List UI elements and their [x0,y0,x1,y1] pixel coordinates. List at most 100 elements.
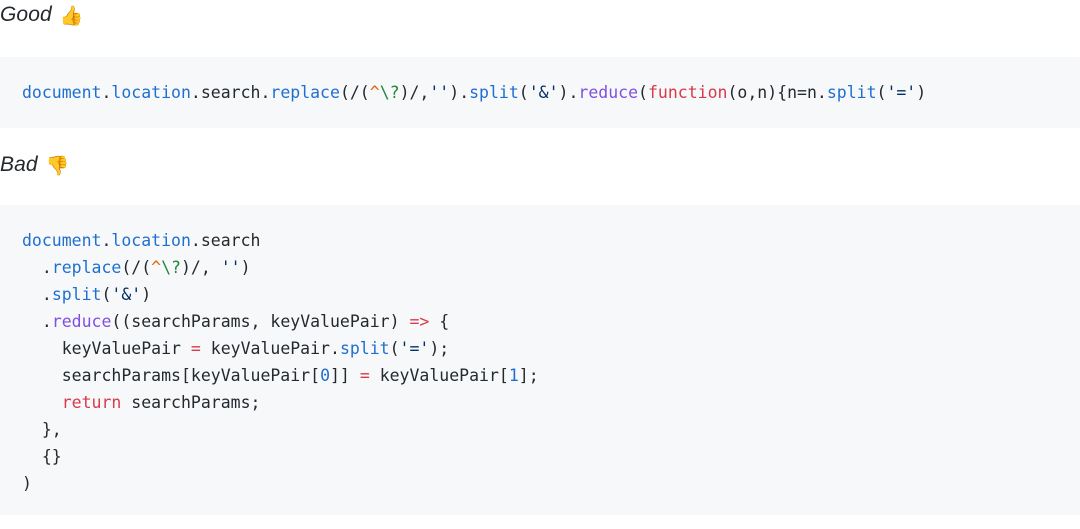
token-bracket-open: [ [180,366,191,385]
token-dot: . [41,258,52,277]
code-line: keyValuePair = keyValuePair.split('='); [22,335,1080,362]
token-regex-open: (/( [121,258,152,277]
token-assign: = [190,339,201,358]
code-line: .split('&') [22,281,1080,308]
token-reduce: reduce [51,312,112,331]
token-document: document [22,231,102,250]
token-split: split [339,339,390,358]
token-n: n [806,83,817,102]
token-params: ( [727,83,738,102]
token-search: search [200,231,261,250]
code-line: .reduce((searchParams, keyValuePair) => … [22,308,1080,335]
token-regex-close: )/, [180,258,221,277]
token-bracket-open: [ [310,366,321,385]
token-dot: . [816,83,827,102]
token-return-keyword: return [61,393,122,412]
token-assign: = [359,366,370,385]
token-paren-close: ) [449,83,460,102]
token-empty-object: {} [41,447,62,466]
token-comma: , [747,83,758,102]
token-regex-open: (/( [339,83,370,102]
token-bracket-close: ]] [330,366,360,385]
token-bracket-close: ]; [518,366,539,385]
token-searchparams: searchParams [131,393,251,412]
token-searchparams: searchParams [61,366,181,385]
code-line: {} [22,443,1080,470]
code-block-bad[interactable]: document.location.search .replace(/(^\?)… [0,205,1080,515]
token-regex-escape: \? [379,83,400,102]
token-eq-string: '=' [399,339,430,358]
token-dot: . [41,312,52,331]
token-regex-escape: \? [161,258,181,277]
token-dot: . [41,285,52,304]
token-comma: , [250,312,271,331]
token-paren-close: ) [141,285,152,304]
token-semicolon: ; [250,393,261,412]
token-split: split [826,83,877,102]
token-keyvaluepair: keyValuePair [190,366,311,385]
token-search: search [200,83,261,102]
code-line: ) [22,470,1080,497]
code-line: return searchParams; [22,389,1080,416]
token-dot: . [190,231,201,250]
token-location: location [111,83,191,102]
token-dot: . [260,83,271,102]
token-n: n [787,83,798,102]
token-paren-close: ) [916,83,927,102]
token-document: document [22,83,102,102]
token-eq-string: '=' [886,83,917,102]
token-regex-close: )/, [399,83,430,102]
token-regex-caret: ^ [151,258,162,277]
token-paren-open: ( [876,83,887,102]
section-caption-bad: Bad 👎 [0,151,69,181]
token-paren-close: ) [389,312,410,331]
token-dot: . [330,339,340,358]
code-block-good[interactable]: document.location.search.replace(/(^\?)/… [0,57,1080,128]
token-assign: = [797,83,807,102]
token-arrow: => [409,312,430,331]
token-replace: replace [51,258,122,277]
token-param-n: n [757,83,768,102]
code-line: }, [22,416,1080,443]
token-amp-string: '&' [528,83,559,102]
token-reduce: reduce [578,83,639,102]
thumbs-up-icon: 👍 [59,6,84,27]
token-dot: . [101,83,112,102]
code-line: document.location.search [22,227,1080,254]
token-keyvaluepair: keyValuePair [210,339,330,358]
token-amp-string: '&' [111,285,142,304]
token-number-zero: 0 [320,366,330,385]
code-line: document.location.search.replace(/(^\?)/… [22,79,1080,106]
token-empty-string: '' [429,83,450,102]
token-searchparams: searchParams [131,312,251,331]
token-bracket-open: [ [498,366,509,385]
token-brace-open: { [429,312,450,331]
token-paren-close: ); [429,339,450,358]
token-number-one: 1 [508,366,519,385]
caption-bad-text: Bad [0,153,38,176]
token-paren-close: ) [22,474,32,493]
code-line: .replace(/(^\?)/, '') [22,254,1080,281]
token-param-o: o [737,83,748,102]
token-paren-close: ) [240,258,251,277]
token-paren-open: ( [101,285,112,304]
page-root: Good 👍 document.location.search.replace(/… [0,0,1080,529]
token-location: location [111,231,191,250]
token-split: split [51,285,102,304]
caption-good-text: Good [0,3,52,26]
token-empty-string: '' [220,258,241,277]
token-split: split [469,83,519,102]
token-paren-open: ( [518,83,529,102]
token-keyvaluepair: keyValuePair [379,366,499,385]
token-paren-close: ) [558,83,569,102]
